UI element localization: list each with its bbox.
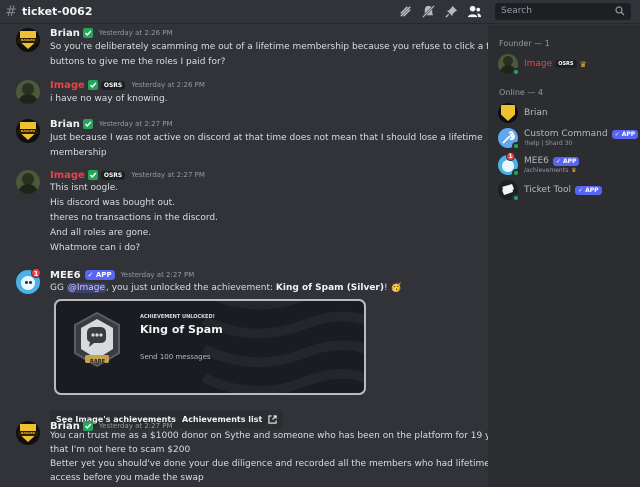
role-section-online: Online — 4 bbox=[499, 88, 543, 97]
message-line: And all roles are gone. bbox=[50, 228, 152, 238]
author-name[interactable]: Image bbox=[50, 170, 85, 181]
message: BADGED Brian Yesterday at 2:26 PM So you… bbox=[16, 26, 488, 67]
party-emoji-icon: 🥳 bbox=[390, 283, 402, 293]
member-item-image[interactable]: Image OSRS ♛ bbox=[498, 53, 587, 76]
message-line: So you're deliberately scamming me out o… bbox=[50, 42, 488, 52]
timestamp: Yesterday at 2:27 PM bbox=[120, 271, 195, 279]
member-name: MEE6 bbox=[524, 156, 549, 166]
message: BADGED Brian Yesterday at 2:27 PM Just b… bbox=[16, 117, 483, 158]
verified-check-icon bbox=[82, 119, 93, 129]
member-name: Image bbox=[524, 59, 553, 69]
online-status-icon bbox=[512, 142, 520, 150]
message: Image OSRS Yesterday at 2:27 PM This isn… bbox=[16, 168, 480, 258]
member-item-ticket-tool[interactable]: Ticket Tool ✓ APP bbox=[498, 179, 602, 202]
message-line: Whatmore can i do? bbox=[50, 243, 141, 253]
achievement-title: King of Spam bbox=[140, 323, 223, 336]
author-name[interactable]: Brian bbox=[50, 119, 80, 130]
avatar bbox=[498, 103, 518, 123]
app-badge: ✓ APP bbox=[574, 185, 602, 195]
avatar[interactable] bbox=[16, 80, 40, 104]
crown-icon: ♛ bbox=[579, 59, 587, 69]
search-input[interactable]: Search bbox=[495, 3, 631, 20]
avatar bbox=[498, 128, 520, 150]
crown-icon: ♛ bbox=[571, 167, 577, 174]
verified-check-icon bbox=[87, 170, 98, 180]
timestamp: Yesterday at 2:27 PM bbox=[131, 171, 205, 179]
user-mention[interactable]: @Image bbox=[66, 283, 106, 293]
message-list[interactable]: BADGED Brian Yesterday at 2:26 PM So you… bbox=[0, 25, 488, 487]
message-line: theres no transactions in the discord. bbox=[50, 213, 218, 223]
rarity-label: RARE bbox=[90, 359, 105, 365]
timestamp: Yesterday at 2:27 PM bbox=[98, 120, 173, 128]
app-badge: ✓ APP bbox=[552, 156, 580, 166]
message-line: His discord was bought out. bbox=[50, 198, 176, 208]
member-item-brian[interactable]: Brian bbox=[498, 102, 548, 124]
server-tag: OSRS bbox=[555, 60, 577, 68]
member-list: Founder — 1 Image OSRS ♛ Online — 4 Bria… bbox=[488, 25, 640, 487]
verified-check-icon bbox=[87, 80, 98, 90]
verified-check-icon bbox=[82, 28, 93, 38]
message-line: membership bbox=[50, 148, 107, 158]
search-icon bbox=[615, 6, 625, 16]
author-name[interactable]: Brian bbox=[50, 28, 80, 39]
achievement-card: RARE ACHIEVEMENT UNLOCKED! King of Spam … bbox=[54, 299, 366, 395]
threads-icon[interactable] bbox=[398, 4, 413, 19]
message-line: This isnt oogle. bbox=[50, 183, 119, 193]
timestamp: Yesterday at 2:26 PM bbox=[98, 29, 173, 37]
message-line: access before you made the swap bbox=[50, 473, 204, 483]
online-status-icon bbox=[512, 68, 520, 76]
member-name: Custom Command bbox=[524, 129, 608, 139]
notification-badge: 1 bbox=[31, 268, 41, 278]
avatar: 1 bbox=[498, 152, 520, 177]
avatar[interactable] bbox=[16, 170, 40, 194]
avatar[interactable]: BADGED bbox=[16, 28, 40, 52]
notification-badge: 1 bbox=[506, 152, 515, 161]
avatar[interactable]: BADGED bbox=[16, 421, 40, 445]
avatar bbox=[498, 54, 520, 76]
message: Image OSRS Yesterday at 2:26 PM i have n… bbox=[16, 78, 480, 110]
member-list-icon[interactable] bbox=[467, 4, 482, 19]
channel-name: ticket-0062 bbox=[22, 5, 93, 18]
achievement-unlocked-label: ACHIEVEMENT UNLOCKED! bbox=[140, 314, 215, 320]
app-badge: ✓ APP bbox=[84, 270, 115, 280]
search-placeholder: Search bbox=[501, 6, 532, 16]
hashtag-icon: # bbox=[5, 3, 17, 20]
author-name[interactable]: Image bbox=[50, 80, 85, 91]
online-status-icon bbox=[512, 194, 520, 202]
message-line: buttons to give me the roles I paid for? bbox=[50, 57, 226, 67]
online-status-icon bbox=[512, 169, 520, 177]
notification-bell-muted-icon[interactable] bbox=[421, 4, 436, 19]
member-activity: /achievements ♛ bbox=[524, 167, 577, 174]
timestamp: Yesterday at 2:26 PM bbox=[131, 81, 205, 89]
member-item-custom-command[interactable]: Custom Command ✓ APP !help | Shard 30 bbox=[498, 127, 639, 150]
avatar[interactable]: BADGED bbox=[16, 119, 40, 143]
server-tag: OSRS bbox=[100, 170, 126, 180]
message-line: i have no way of knowing. bbox=[50, 94, 168, 104]
member-activity: !help | Shard 30 bbox=[524, 140, 573, 147]
achievement-name: King of Spam (Silver) bbox=[275, 283, 384, 293]
server-tag: OSRS bbox=[100, 80, 126, 90]
achievement-description: Send 100 messages bbox=[140, 353, 211, 361]
member-item-mee6[interactable]: 1 MEE6 ✓ APP /achievements ♛ bbox=[498, 152, 580, 177]
message-line: GG @Image, you just unlocked the achieve… bbox=[50, 283, 402, 293]
member-name: Ticket Tool bbox=[524, 185, 571, 195]
app-badge: ✓ APP bbox=[611, 129, 639, 139]
avatar bbox=[498, 180, 520, 202]
role-section-founder: Founder — 1 bbox=[499, 39, 550, 48]
author-name[interactable]: MEE6 bbox=[50, 270, 81, 281]
pin-icon[interactable] bbox=[444, 4, 459, 19]
message-line: Just because I was not active on discord… bbox=[50, 133, 483, 143]
member-name: Brian bbox=[524, 108, 548, 118]
channel-header: # ticket-0062 Search bbox=[0, 0, 640, 24]
message: BADGED Brian Yesterday at 2:27 PM You ca… bbox=[16, 419, 488, 487]
